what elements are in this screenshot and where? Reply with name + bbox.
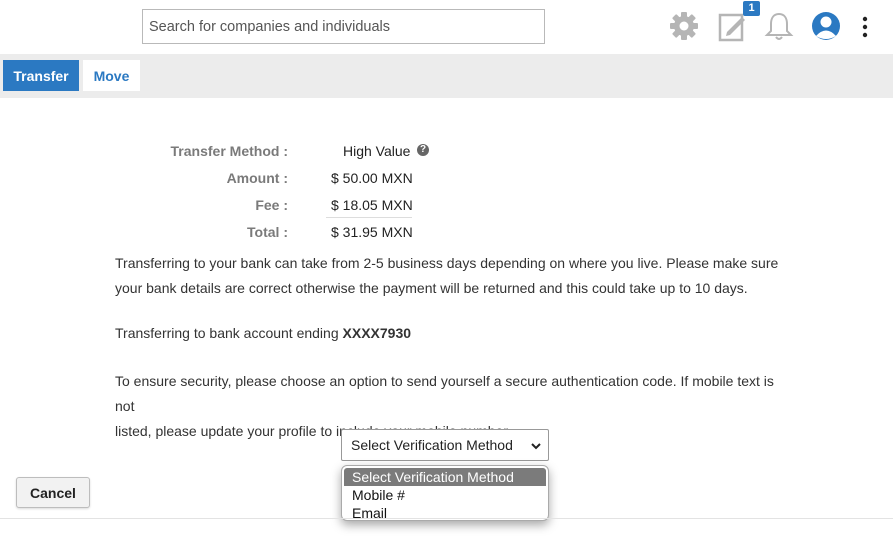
total-value: $ 31.95 MXN — [331, 224, 413, 240]
footer-divider — [0, 518, 893, 519]
chevron-down-icon — [530, 439, 542, 455]
select-value: Select Verification Method — [351, 437, 513, 453]
total-label: Total : — [247, 224, 288, 240]
fee-label: Fee : — [255, 197, 288, 213]
transfer-method-label: Transfer Method : — [170, 143, 288, 159]
bell-icon[interactable] — [762, 9, 796, 43]
more-vertical-icon[interactable] — [848, 9, 882, 43]
tab-transfer[interactable]: Transfer — [3, 60, 79, 91]
bank-notice: Transferring to your bank can take from … — [115, 251, 785, 301]
gear-icon[interactable] — [667, 9, 701, 43]
verification-method-select[interactable]: Select Verification Method — [341, 429, 549, 461]
bank-notice-line: your bank details are correct otherwise … — [115, 280, 748, 296]
user-avatar-icon[interactable] — [809, 9, 843, 43]
option-mobile[interactable]: Mobile # — [342, 486, 548, 504]
tab-strip: Transfer Move — [0, 54, 893, 98]
cancel-button[interactable]: Cancel — [16, 477, 90, 508]
amount-value: $ 50.00 MXN — [331, 170, 413, 186]
top-bar: 1 — [0, 0, 893, 54]
bank-notice-line: Transferring to your bank can take from … — [115, 255, 779, 271]
security-notice-line: To ensure security, please choose an opt… — [115, 373, 774, 414]
option-select-verification-method[interactable]: Select Verification Method — [344, 468, 546, 486]
search-input[interactable] — [142, 9, 545, 44]
tab-move[interactable]: Move — [83, 60, 140, 91]
account-prefix: Transferring to bank account ending — [115, 325, 343, 341]
notification-badge: 1 — [743, 1, 760, 16]
total-divider — [326, 217, 412, 218]
fee-value: $ 18.05 MXN — [331, 197, 413, 213]
bank-account-notice: Transferring to bank account ending XXXX… — [115, 321, 785, 346]
amount-label: Amount : — [226, 170, 288, 186]
help-icon[interactable]: ? — [417, 144, 429, 156]
verification-method-dropdown: Select Verification Method Mobile # Emai… — [341, 465, 549, 521]
transfer-method-value: High Value — [343, 143, 411, 159]
account-number: XXXX7930 — [342, 325, 412, 341]
